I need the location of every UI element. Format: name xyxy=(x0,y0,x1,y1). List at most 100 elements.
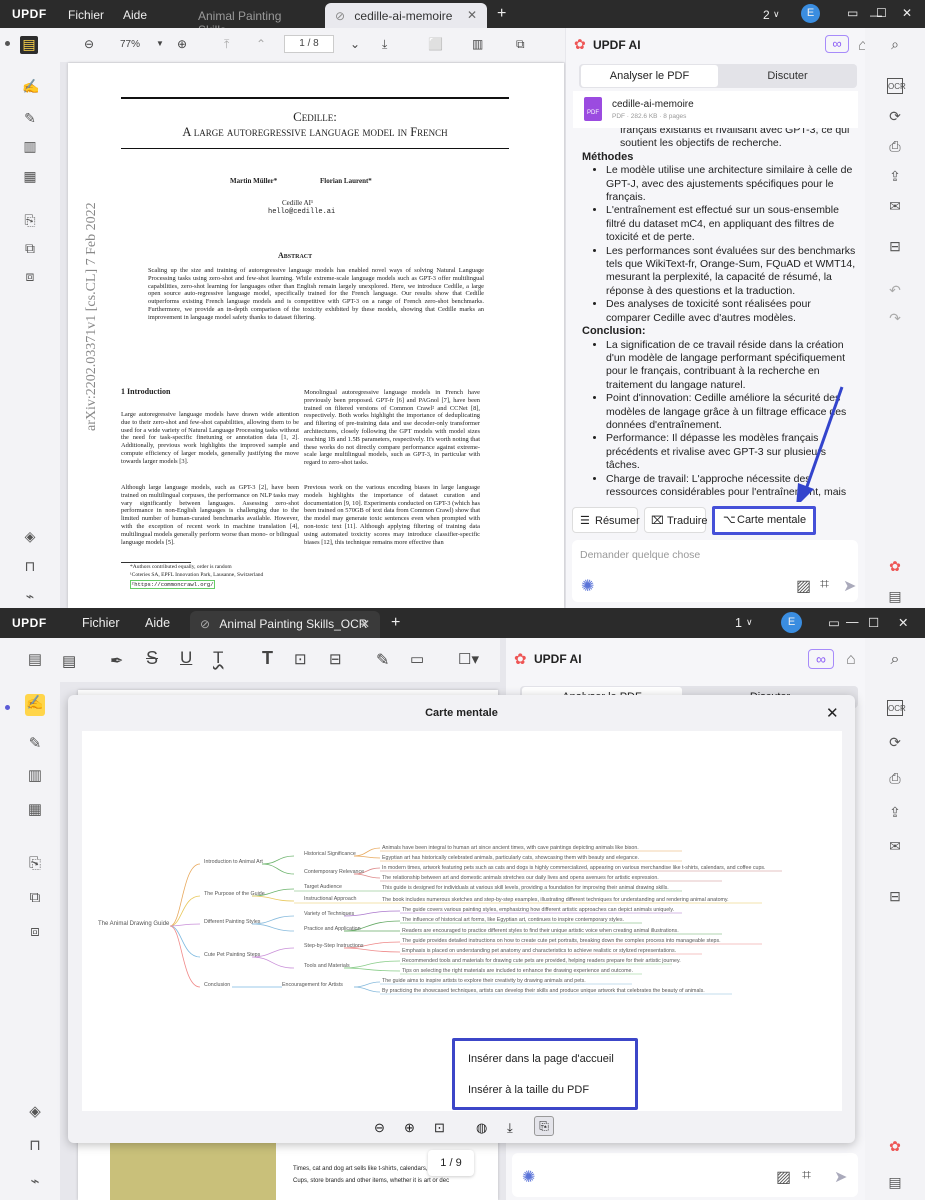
chat-icon[interactable]: ▤ xyxy=(887,588,903,604)
zoom-out-icon[interactable]: ⊖ xyxy=(84,37,94,51)
zoom-out-icon[interactable]: ⊖ xyxy=(374,1120,385,1136)
save-icon[interactable]: ⊟ xyxy=(887,888,903,904)
panel-icon[interactable]: ▭ xyxy=(828,615,840,630)
menu-help[interactable]: Aide xyxy=(145,616,170,630)
infinity-icon[interactable]: ∞ xyxy=(808,649,834,669)
strikethrough-icon[interactable]: S xyxy=(146,648,158,669)
organize-icon[interactable]: ▥ xyxy=(22,138,38,154)
panel-icon[interactable]: ▭ xyxy=(847,6,858,20)
protect-pdf-icon[interactable]: ⎙ xyxy=(887,138,903,154)
last-page-icon[interactable]: ⤓ xyxy=(382,37,387,52)
next-page-icon[interactable]: ⌄ xyxy=(350,37,360,51)
search-icon[interactable]: ⌕ xyxy=(887,652,903,668)
page-input[interactable]: 1 / 8 xyxy=(284,35,334,53)
close-icon[interactable]: ✕ xyxy=(360,617,370,631)
comment-icon[interactable]: ✍ xyxy=(22,78,39,94)
zoom-in-icon[interactable]: ⊕ xyxy=(177,37,187,51)
protect-icon[interactable]: ⧈ xyxy=(27,924,43,940)
tab-analyze-pdf[interactable]: Analyser le PDF xyxy=(581,65,718,87)
send-icon[interactable]: ➤ xyxy=(843,576,856,596)
underline-icon[interactable]: U xyxy=(180,648,192,668)
tab-animal-painting[interactable]: Animal Painting Skills xyxy=(188,3,318,37)
edit-icon[interactable]: ✎ xyxy=(27,736,43,752)
avatar[interactable]: E xyxy=(781,612,802,633)
infinity-icon[interactable]: ∞ xyxy=(825,35,849,53)
add-tab-icon[interactable]: + xyxy=(391,614,400,632)
screenshot-icon[interactable]: ⌗ xyxy=(820,576,829,594)
summary-button[interactable]: ☰ Résumer xyxy=(572,507,640,533)
menu-help[interactable]: Aide xyxy=(123,8,147,22)
tab-discuss[interactable]: Discuter xyxy=(720,65,855,87)
shape-icon[interactable]: ☐▾ xyxy=(458,650,479,668)
convert-pdf-icon[interactable]: ⟳ xyxy=(887,734,903,750)
form-icon[interactable]: ▦ xyxy=(22,168,38,184)
send-icon[interactable]: ➤ xyxy=(834,1167,847,1187)
insert-pdf-size-item[interactable]: Insérer à la taille du PDF xyxy=(468,1084,589,1096)
mail-icon[interactable]: ✉ xyxy=(887,838,903,854)
menu-file[interactable]: Fichier xyxy=(68,8,104,22)
screenshot-icon[interactable]: ⌗ xyxy=(802,1167,811,1185)
translate-button[interactable]: ⌧ Traduire xyxy=(644,507,708,533)
close-icon[interactable]: ✕ xyxy=(826,704,839,722)
comment-icon[interactable]: ✍ xyxy=(25,694,45,716)
bookmark-icon[interactable]: ⊓ xyxy=(22,558,38,574)
mail-icon[interactable]: ✉ xyxy=(887,198,903,214)
presentation-icon[interactable]: ⬜ xyxy=(428,37,443,51)
ocr-icon[interactable]: OCR xyxy=(887,700,906,716)
page-layout-icon[interactable]: ▥ xyxy=(472,37,483,51)
zoom-in-icon[interactable]: ⊕ xyxy=(404,1120,415,1136)
protect-icon[interactable]: ⧈ xyxy=(22,268,38,284)
edit-icon[interactable]: ✎ xyxy=(22,110,38,126)
tab-cedille[interactable]: ⊘ cedille-ai-memoire ✕ xyxy=(325,3,487,28)
download-icon[interactable]: ⤓ xyxy=(507,1120,513,1136)
mindmap-button[interactable]: ⌥ Carte mentale xyxy=(712,506,816,535)
text-icon[interactable]: T xyxy=(262,648,273,669)
save-icon[interactable]: ⊟ xyxy=(887,238,903,254)
compare-icon[interactable]: ⧉ xyxy=(516,37,525,52)
crop-icon[interactable]: ⧉ xyxy=(22,240,38,256)
zoom-level[interactable]: 77% xyxy=(120,39,140,50)
squiggly-icon[interactable]: T xyxy=(213,648,223,668)
crop-icon[interactable]: ⧉ xyxy=(27,890,43,906)
tab-animal-painting-ocr[interactable]: ⊘ Animal Painting Skills_OCR ✕ xyxy=(190,611,380,638)
bulb-icon[interactable]: ✺ xyxy=(522,1167,535,1187)
insert-home-item[interactable]: Insérer dans la page d'accueil xyxy=(468,1053,614,1065)
undo-icon[interactable]: ↶ xyxy=(887,282,903,298)
close-icon[interactable]: ✕ xyxy=(467,8,477,22)
eraser-icon[interactable]: ▭ xyxy=(410,650,424,668)
layers-icon[interactable]: ◈ xyxy=(27,1104,43,1120)
attachment-icon[interactable]: ⌁ xyxy=(27,1174,43,1190)
search-icon[interactable]: ⌕ xyxy=(887,36,903,52)
convert-icon[interactable]: ⎘ xyxy=(22,212,38,228)
ask-box[interactable]: Demander quelque chose ✺ ▨ ⌗ ➤ xyxy=(572,540,858,602)
bookmark-icon[interactable]: ⊓ xyxy=(27,1138,43,1154)
chevron-down-icon[interactable]: ∨ xyxy=(773,9,780,20)
chevron-down-icon[interactable]: ▼ xyxy=(156,39,164,48)
ai-assistant-icon[interactable]: ✿ xyxy=(887,1138,903,1154)
globe-icon[interactable]: ◍ xyxy=(476,1120,487,1136)
ask-box[interactable]: ✺ ▨ ⌗ ➤ xyxy=(512,1153,858,1197)
close-window-icon[interactable]: ✕ xyxy=(902,6,912,20)
maximize-icon[interactable]: ☐ xyxy=(868,615,879,630)
maximize-icon[interactable]: ☐ xyxy=(876,6,887,20)
window-count[interactable]: 1 xyxy=(735,616,742,630)
menu-file[interactable]: Fichier xyxy=(82,616,120,630)
insert-icon[interactable]: ⎘ xyxy=(534,1116,554,1136)
textbox-icon[interactable]: ⊡ xyxy=(294,650,307,668)
text-callout-icon[interactable]: ⊟ xyxy=(329,650,342,668)
share-icon[interactable]: ⇪ xyxy=(887,804,903,820)
organize-icon[interactable]: ▥ xyxy=(27,768,43,784)
reader-icon[interactable]: ▤ xyxy=(20,36,38,54)
first-page-icon[interactable]: ⤒ xyxy=(224,37,229,52)
ai-assistant-icon[interactable]: ✿ xyxy=(887,558,903,574)
share-icon[interactable]: ⇪ xyxy=(887,168,903,184)
fit-icon[interactable]: ⊡ xyxy=(434,1120,445,1136)
convert-pdf-icon[interactable]: ⟳ xyxy=(887,108,903,124)
bulb-icon[interactable]: ✺ xyxy=(581,576,594,596)
redo-icon[interactable]: ↷ xyxy=(887,310,903,326)
sticky-note-icon[interactable]: ▤ xyxy=(62,652,76,670)
pencil-icon[interactable]: ✎ xyxy=(376,650,389,670)
image-icon[interactable]: ▨ xyxy=(796,576,811,596)
convert-icon[interactable]: ⎘ xyxy=(27,856,43,872)
protect-pdf-icon[interactable]: ⎙ xyxy=(887,770,903,786)
